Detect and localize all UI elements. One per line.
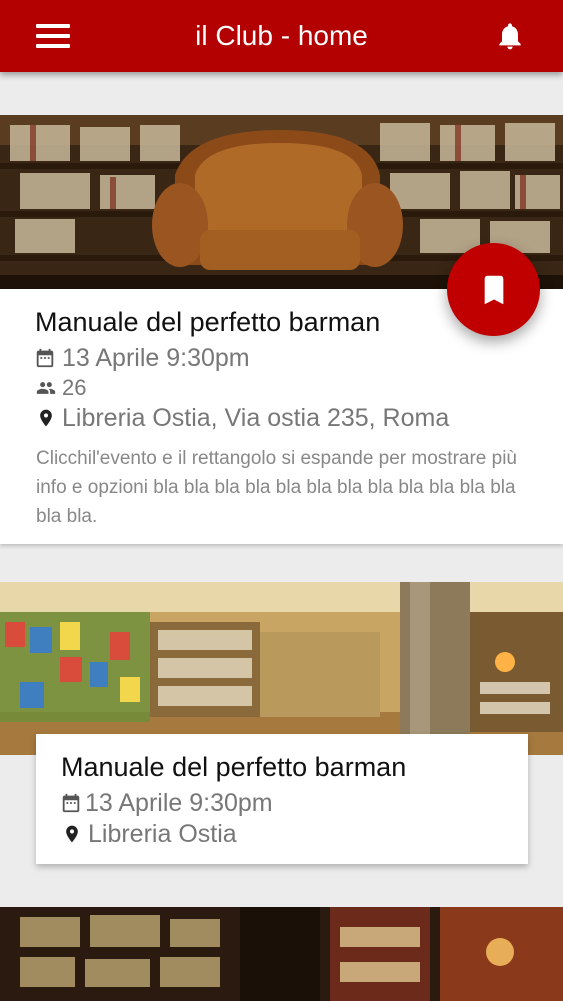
event-location-text: Libreria Ostia	[88, 820, 237, 848]
bookmark-button[interactable]	[447, 243, 540, 336]
bell-icon[interactable]	[494, 20, 526, 52]
calendar-icon	[62, 793, 80, 813]
event-image-bookstore[interactable]	[0, 582, 563, 755]
event-attendees: 26	[36, 375, 86, 401]
event-card[interactable]: Manuale del perfetto barman 13 Aprile 9:…	[36, 734, 528, 864]
event-date: 13 Aprile 9:30pm	[60, 788, 273, 818]
calendar-icon	[36, 348, 54, 368]
location-pin-icon	[40, 409, 52, 427]
event-title: Manuale del perfetto barman	[35, 307, 381, 337]
page-title: il Club - home	[195, 20, 368, 51]
event-description: Clicchil'evento e il rettangolo si espan…	[36, 448, 517, 527]
app-bar: il Club - home	[0, 0, 563, 72]
people-icon	[36, 382, 56, 394]
attendees-count: 26	[62, 375, 87, 400]
event-location-text: Libreria Ostia, Via ostia 235, Roma	[62, 404, 450, 432]
event-date-text: 13 Aprile 9:30pm	[62, 344, 250, 372]
event-date-text: 13 Aprile 9:30pm	[85, 789, 273, 817]
event-image-library[interactable]	[0, 907, 563, 1001]
location-pin-icon	[66, 825, 78, 843]
event-location: Libreria Ostia	[62, 819, 237, 849]
bookmark-icon	[484, 275, 504, 305]
event-date: 13 Aprile 9:30pm	[34, 343, 250, 373]
event-title: Manuale del perfetto barman	[61, 752, 407, 782]
event-location: Libreria Ostia, Via ostia 235, Roma	[36, 403, 449, 433]
